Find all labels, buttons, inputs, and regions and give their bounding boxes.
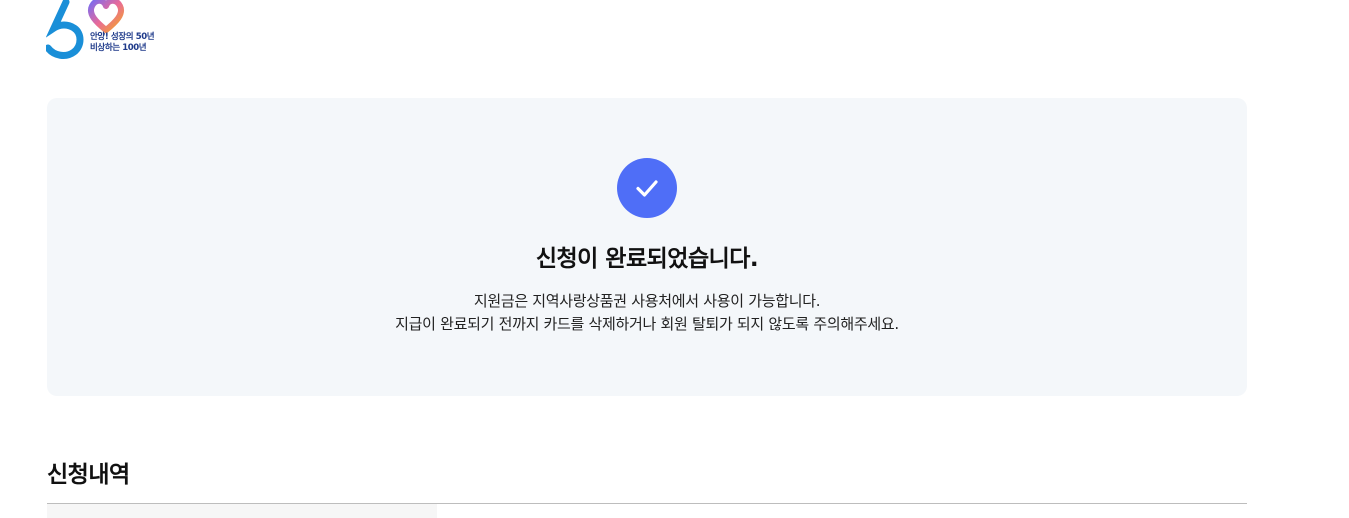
city-logo: 안양! 성장의 50년 비상하는 100년	[46, 0, 176, 60]
completion-description-line2: 지급이 완료되기 전까지 카드를 삭제하거나 회원 탈퇴가 되지 않도록 주의해…	[395, 315, 899, 333]
logo-slogan: 안양! 성장의 50년 비상하는 100년	[90, 32, 155, 54]
completion-title: 신청이 완료되었습니다.	[535, 246, 759, 272]
completion-description: 지원금은 지역사랑상품권 사용처에서 사용이 가능합니다. 지급이 완료되기 전…	[47, 290, 1247, 336]
completion-card: 신청이 완료되었습니다. 지원금은 지역사랑상품권 사용처에서 사용이 가능합니…	[47, 98, 1247, 396]
completion-description-line1: 지원금은 지역사랑상품권 사용처에서 사용이 가능합니다.	[473, 292, 821, 310]
logo-slogan-line2: 비상하는 100년	[90, 43, 147, 53]
check-circle-icon	[617, 158, 677, 218]
application-history-title: 신청내역	[47, 462, 130, 488]
history-table-header-cell	[47, 504, 437, 518]
logo-slogan-line1: 안양! 성장의 50년	[90, 32, 155, 42]
